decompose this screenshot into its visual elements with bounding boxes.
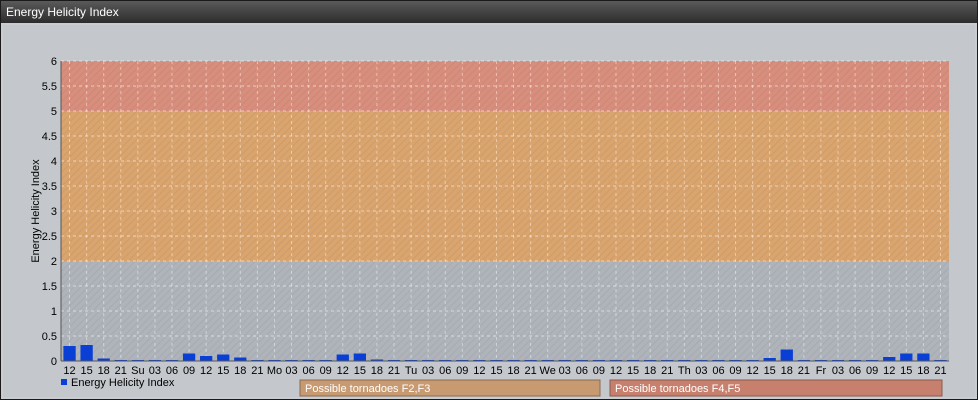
x-tick-label-29: 03 (559, 365, 571, 377)
x-tick-label-13: 03 (285, 365, 297, 377)
x-tick-label-28: We (540, 365, 556, 377)
x-tick-label-14: 06 (302, 365, 314, 377)
legend-swatch (61, 379, 67, 385)
y-tick-label-8: 4 (51, 156, 57, 168)
legend: Energy Helicity Index (61, 377, 175, 389)
bar-50 (917, 353, 930, 361)
y-tick-label-10: 5 (51, 106, 57, 118)
y-tick-label-5: 2.5 (42, 231, 57, 243)
tornado-f4f5-label: Possible tornadoes F4,F5 (615, 383, 740, 395)
x-tick-label-31: 09 (593, 365, 605, 377)
bar-49 (900, 353, 913, 361)
x-tick-label-24: 12 (473, 365, 485, 377)
y-tick-label-9: 4.5 (42, 131, 57, 143)
x-tick-label-30: 06 (576, 365, 588, 377)
tornado-f4f5-indicator: Possible tornadoes F4,F5 (609, 379, 943, 397)
y-tick-label-12: 6 (51, 56, 57, 68)
tornado-f2f3-label: Possible tornadoes F2,F3 (305, 383, 430, 395)
x-tick-label-45: 03 (832, 365, 844, 377)
x-tick-label-16: 12 (337, 365, 349, 377)
bar-17 (353, 353, 366, 361)
x-tick-label-11: 21 (251, 365, 263, 377)
x-tick-label-21: 03 (422, 365, 434, 377)
x-tick-label-32: 12 (610, 365, 622, 377)
x-tick-label-17: 15 (354, 365, 366, 377)
x-tick-label-26: 18 (507, 365, 519, 377)
bar-1 (80, 345, 93, 361)
x-tick-label-1: 15 (80, 365, 92, 377)
x-tick-label-34: 18 (644, 365, 656, 377)
x-tick-label-9: 15 (217, 365, 229, 377)
y-tick-label-6: 3 (51, 206, 57, 218)
bar-42 (780, 349, 793, 361)
x-tick-label-46: 06 (849, 365, 861, 377)
x-tick-label-20: Tu (405, 365, 417, 377)
bar-9 (217, 354, 230, 361)
window-title: Energy Helicity Index (1, 1, 977, 23)
bar-10 (234, 357, 247, 361)
x-tick-label-15: 09 (320, 365, 332, 377)
x-tick-label-19: 21 (388, 365, 400, 377)
x-tick-label-43: 21 (798, 365, 810, 377)
x-tick-label-6: 06 (166, 365, 178, 377)
x-tick-label-2: 18 (98, 365, 110, 377)
x-tick-label-12: Mo (267, 365, 282, 377)
x-tick-label-35: 21 (661, 365, 673, 377)
x-tick-label-36: Th (678, 365, 691, 377)
y-tick-label-11: 5.5 (42, 81, 57, 93)
x-tick-label-4: Su (131, 365, 144, 377)
tornado-f2f3-indicator: Possible tornadoes F2,F3 (299, 379, 601, 397)
bar-7 (182, 353, 196, 361)
x-tick-label-37: 03 (695, 365, 707, 377)
x-tick-label-7: 09 (183, 365, 195, 377)
x-tick-label-49: 15 (900, 365, 912, 377)
x-tick-label-50: 18 (917, 365, 929, 377)
chart-panel: 0 0.5 1 1.5 2 2.5 3 3.5 4 4.5 5 5.5 6 12 15 18 21 Su 03 06… (3, 25, 975, 397)
x-tick-label-25: 15 (490, 365, 502, 377)
x-tick-label-39: 09 (729, 365, 741, 377)
x-tick-label-48: 12 (883, 365, 895, 377)
x-tick-label-5: 03 (149, 365, 161, 377)
y-tick-label-4: 2 (51, 256, 57, 268)
y-axis-label: Energy Helicity Index (30, 159, 42, 263)
chart-window: Energy Helicity Index 0 0.5 1 1.5 2 2.5 3 3.5 4 4… (0, 0, 978, 400)
x-tick-label-22: 06 (439, 365, 451, 377)
x-tick-label-42: 18 (781, 365, 793, 377)
x-tick-label-23: 09 (456, 365, 468, 377)
x-tick-label-8: 12 (200, 365, 212, 377)
x-tick-label-51: 21 (934, 365, 946, 377)
legend-label: Energy Helicity Index (71, 377, 175, 389)
x-tick-label-40: 12 (746, 365, 758, 377)
ehi-chart: 0 0.5 1 1.5 2 2.5 3 3.5 4 4.5 5 5.5 6 12 15 18 21 Su 03 06… (30, 56, 949, 397)
x-tick-label-38: 06 (712, 365, 724, 377)
y-tick-label-3: 1.5 (42, 281, 57, 293)
y-tick-label-0: 0 (51, 356, 57, 368)
bar-48 (883, 357, 896, 361)
x-tick-label-18: 18 (371, 365, 383, 377)
bar-16 (336, 354, 349, 361)
x-tick-label-47: 09 (866, 365, 878, 377)
bar-8 (200, 356, 213, 361)
x-tick-label-44: Fr (816, 365, 827, 377)
bar-0 (63, 346, 76, 361)
x-tick-label-0: 12 (63, 365, 75, 377)
y-tick-label-7: 3.5 (42, 181, 57, 193)
y-tick-label-2: 1 (51, 306, 57, 318)
x-tick-label-10: 18 (234, 365, 246, 377)
x-tick-label-27: 21 (524, 365, 536, 377)
x-tick-label-3: 21 (115, 365, 127, 377)
x-tick-label-41: 15 (764, 365, 776, 377)
x-tick-label-33: 15 (627, 365, 639, 377)
y-tick-label-1: 0.5 (42, 331, 57, 343)
